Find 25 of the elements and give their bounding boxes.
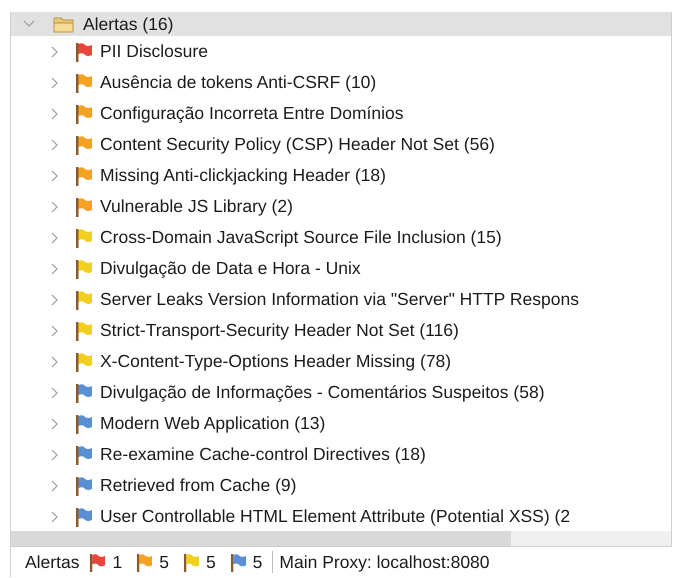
tree-item-label[interactable]: Configuração Incorreta Entre Domínios <box>100 103 404 124</box>
tree-item-label[interactable]: Missing Anti-clickjacking Header (18) <box>100 165 386 186</box>
alert-count: 5 <box>159 552 169 572</box>
proxy-status: Main Proxy: localhost:8080 <box>279 552 490 572</box>
folder-icon <box>53 15 75 33</box>
tree-item-label[interactable]: PII Disclosure <box>100 41 208 62</box>
tree-item-label[interactable]: X-Content-Type-Options Header Missing (78) <box>100 351 452 372</box>
tree-item-label[interactable]: User Controllable HTML Element Attribute (Potential XSS) (2 <box>100 506 570 527</box>
status-label: Alertas <box>25 552 80 572</box>
tree-item-label[interactable]: Cross-Domain JavaScript Source File Inclusion (15) <box>100 227 502 248</box>
alert-count: 5 <box>206 552 216 572</box>
tree-item-label[interactable]: Server Leaks Version Information via "Server" HTTP Respons <box>100 289 579 310</box>
tree-item-label[interactable]: Alertas (16) <box>83 14 174 34</box>
tree-item-label[interactable]: Strict-Transport-Security Header Not Set (116) <box>100 320 459 341</box>
tree-item-label[interactable]: Modern Web Application (13) <box>100 413 326 434</box>
tree-item-label[interactable]: Content Security Policy (CSP) Header Not Set (56) <box>100 134 495 155</box>
tree-item-label[interactable]: Re-examine Cache-control Directives (18) <box>100 444 426 465</box>
tree-item-label[interactable]: Divulgação de Informações - Comentários Suspeitos (58) <box>100 382 545 403</box>
horizontal-scrollbar[interactable] <box>11 531 671 546</box>
tree-item-label[interactable]: Ausência de tokens Anti-CSRF (10) <box>100 72 376 93</box>
alert-count: 1 <box>112 552 122 572</box>
tree-item-label[interactable]: Vulnerable JS Library (2) <box>100 196 293 217</box>
tree-item-label[interactable]: Retrieved from Cache (9) <box>100 475 296 496</box>
alert-count: 5 <box>252 552 262 572</box>
tree-item-label[interactable]: Divulgação de Data e Hora - Unix <box>100 258 361 279</box>
